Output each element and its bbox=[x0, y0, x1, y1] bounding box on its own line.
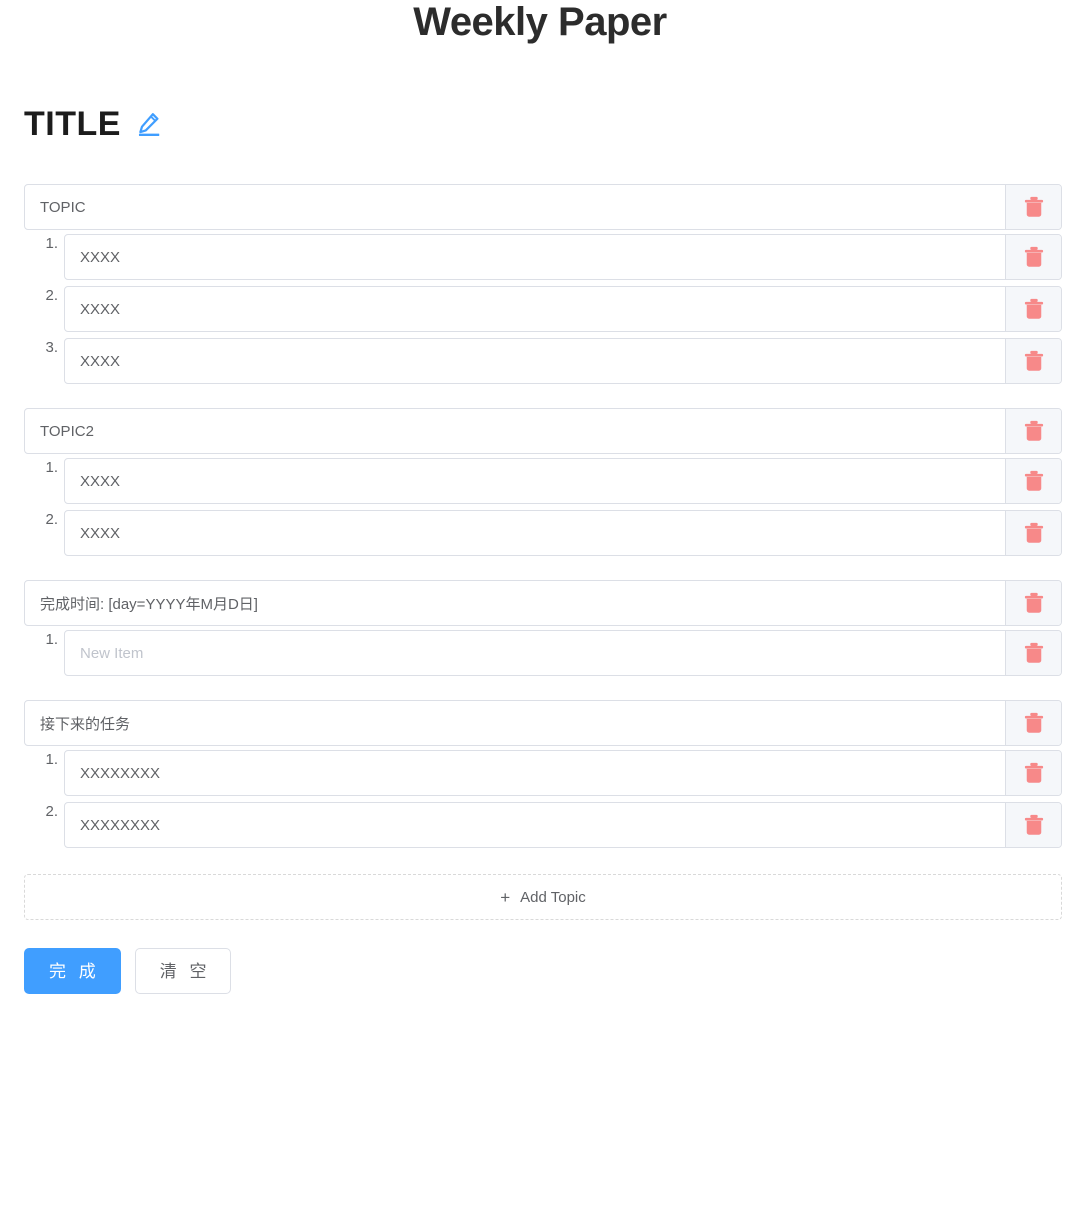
item-text-input[interactable] bbox=[65, 339, 1005, 383]
item-input-group bbox=[64, 286, 1062, 332]
item-text-input[interactable] bbox=[65, 751, 1005, 795]
item-row: 2. bbox=[0, 286, 1080, 332]
item-input-group bbox=[64, 338, 1062, 384]
page-title: Weekly Paper bbox=[413, 0, 667, 44]
delete-item-button[interactable] bbox=[1005, 631, 1061, 675]
item-row: 2. bbox=[0, 802, 1080, 848]
item-row: 3. bbox=[0, 338, 1080, 384]
topic-input-group bbox=[24, 580, 1062, 626]
item-index: 1. bbox=[45, 631, 58, 648]
topic-group: 1. 2. bbox=[0, 700, 1080, 848]
topic-input-group bbox=[24, 700, 1062, 746]
topic-title-input[interactable] bbox=[25, 409, 1005, 453]
item-text-input[interactable] bbox=[65, 459, 1005, 503]
item-index: 2. bbox=[45, 803, 58, 820]
clear-button[interactable]: 清 空 bbox=[134, 948, 232, 994]
item-row: 1. bbox=[0, 630, 1080, 676]
item-input-group bbox=[64, 630, 1062, 676]
delete-topic-button[interactable] bbox=[1005, 701, 1061, 745]
edit-pencil-icon[interactable] bbox=[135, 110, 163, 138]
item-input-group bbox=[64, 234, 1062, 280]
topic-input-group bbox=[24, 408, 1062, 454]
item-row: 1. bbox=[0, 750, 1080, 796]
item-row: 1. bbox=[0, 234, 1080, 280]
topics-list: 1. 2. 3. 1. 2. 1. 1. 2. bbox=[0, 184, 1080, 848]
topic-title-input[interactable] bbox=[25, 581, 1005, 625]
item-row: 2. bbox=[0, 510, 1080, 556]
delete-topic-button[interactable] bbox=[1005, 185, 1061, 229]
item-index: 2. bbox=[45, 287, 58, 304]
delete-item-button[interactable] bbox=[1005, 459, 1061, 503]
item-input-group bbox=[64, 802, 1062, 848]
item-text-input[interactable] bbox=[65, 803, 1005, 847]
topic-group: 1. 2. 3. bbox=[0, 184, 1080, 384]
document-title: TITLE bbox=[24, 105, 121, 143]
topic-group: 1. 2. bbox=[0, 408, 1080, 556]
item-input-group bbox=[64, 750, 1062, 796]
add-topic-button[interactable]: + Add Topic bbox=[24, 874, 1062, 920]
topic-row bbox=[0, 700, 1080, 746]
plus-icon: + bbox=[500, 887, 511, 907]
document-title-row: TITLE bbox=[24, 102, 1080, 146]
item-index: 1. bbox=[45, 751, 58, 768]
delete-item-button[interactable] bbox=[1005, 511, 1061, 555]
topic-title-input[interactable] bbox=[25, 185, 1005, 229]
item-index: 1. bbox=[45, 235, 58, 252]
topic-row bbox=[0, 580, 1080, 626]
delete-item-button[interactable] bbox=[1005, 339, 1061, 383]
delete-item-button[interactable] bbox=[1005, 235, 1061, 279]
item-index: 3. bbox=[45, 339, 58, 356]
item-text-input[interactable] bbox=[65, 631, 1005, 675]
topic-input-group bbox=[24, 184, 1062, 230]
item-text-input[interactable] bbox=[65, 235, 1005, 279]
item-input-group bbox=[64, 458, 1062, 504]
topic-title-input[interactable] bbox=[25, 701, 1005, 745]
item-text-input[interactable] bbox=[65, 511, 1005, 555]
item-input-group bbox=[64, 510, 1062, 556]
topic-row bbox=[0, 184, 1080, 230]
item-index: 2. bbox=[45, 511, 58, 528]
topic-group: 1. bbox=[0, 580, 1080, 676]
delete-item-button[interactable] bbox=[1005, 803, 1061, 847]
delete-topic-button[interactable] bbox=[1005, 409, 1061, 453]
delete-topic-button[interactable] bbox=[1005, 581, 1061, 625]
add-topic-label: Add Topic bbox=[520, 888, 586, 906]
delete-item-button[interactable] bbox=[1005, 751, 1061, 795]
item-index: 1. bbox=[45, 459, 58, 476]
item-text-input[interactable] bbox=[65, 287, 1005, 331]
submit-button[interactable]: 完 成 bbox=[24, 948, 121, 994]
topic-row bbox=[0, 408, 1080, 454]
delete-item-button[interactable] bbox=[1005, 287, 1061, 331]
item-row: 1. bbox=[0, 458, 1080, 504]
footer-actions: 完 成 清 空 bbox=[24, 948, 1080, 994]
